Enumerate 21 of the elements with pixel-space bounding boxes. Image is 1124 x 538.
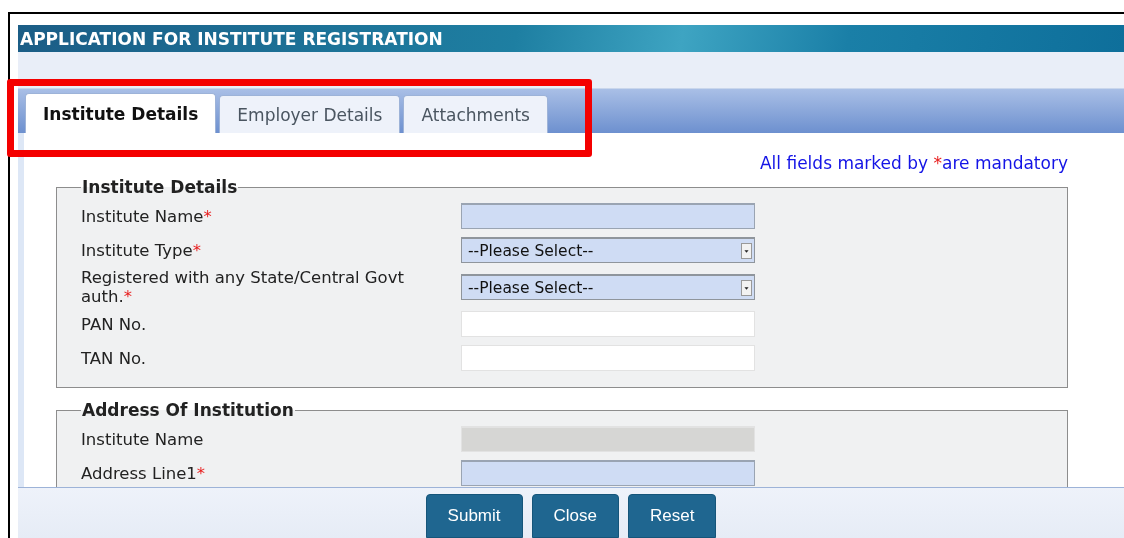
field-label: Institute Type*: [81, 240, 202, 260]
section-title: Institute Details: [81, 177, 239, 197]
field-label: PAN No.: [81, 314, 148, 334]
action-button[interactable]: Submit: [425, 494, 523, 538]
tab[interactable]: Institute Details: [25, 93, 217, 133]
action-button[interactable]: Close: [531, 494, 619, 538]
text-input-field[interactable]: [461, 460, 755, 486]
window-title: APPLICATION FOR INSTITUTE REGISTRATION: [18, 25, 1124, 52]
tab[interactable]: Attachments: [403, 95, 548, 133]
field-label: Address Line1*: [81, 463, 207, 483]
field-label: Registered with any State/Central Govt auth.*: [81, 268, 405, 306]
section-title: Address Of Institution: [81, 400, 295, 420]
tab[interactable]: Employer Details: [219, 95, 401, 133]
action-button[interactable]: Reset: [628, 494, 717, 538]
field-label: Institute Name: [81, 429, 205, 449]
field-label: TAN No.: [81, 348, 148, 368]
text-input-field[interactable]: [461, 203, 755, 229]
dropdown-field[interactable]: --Please Select--: [461, 274, 755, 300]
mandatory-note: All fields marked by *are mandatory: [758, 153, 1068, 173]
dropdown-field[interactable]: --Please Select--: [461, 237, 755, 263]
field-label: Institute Name*: [81, 206, 213, 226]
